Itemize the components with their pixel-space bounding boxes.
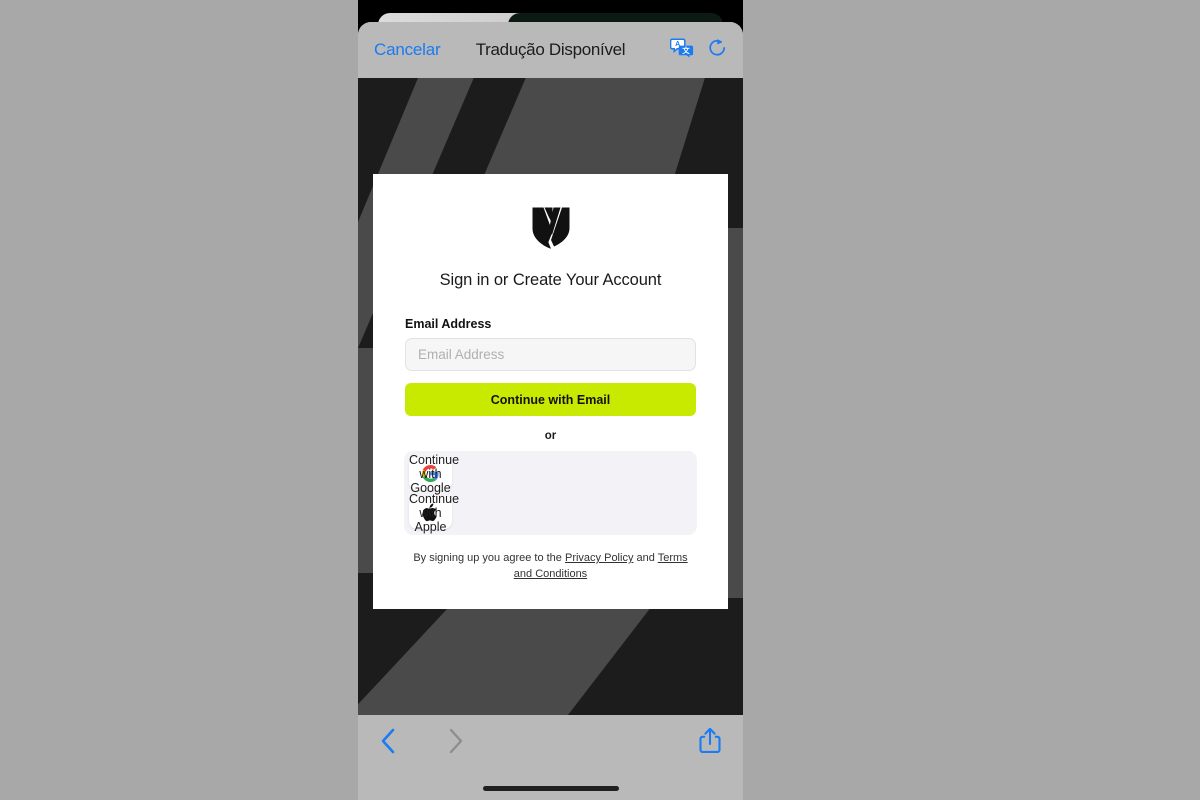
email-input[interactable] [405,338,696,371]
toolbar-actions: A 文 [669,37,727,63]
chevron-left-icon[interactable] [380,728,396,759]
page-viewport: Sign in or Create Your Account Email Add… [358,78,743,715]
social-login-group: Continue with Google Continue with Apple [404,451,697,535]
translate-icon[interactable]: A 文 [669,37,694,63]
google-icon [421,464,440,483]
email-label: Email Address [405,317,492,331]
shield-chevron-logo [531,207,570,250]
continue-with-apple-button[interactable]: Continue with Apple [409,492,459,534]
continue-with-google-button[interactable]: Continue with Google [409,453,459,495]
apple-icon [421,503,440,522]
sheet-toolbar: Cancelar Tradução Disponível A 文 [358,22,743,78]
bottom-controls [358,715,743,771]
cancel-button[interactable]: Cancelar [374,40,441,60]
chevron-right-icon [448,728,464,759]
share-icon[interactable] [699,727,721,759]
continue-with-email-button[interactable]: Continue with Email [405,383,696,416]
auth-panel: Sign in or Create Your Account Email Add… [373,174,728,609]
legal-conjunction: and [633,552,658,564]
svg-text:文: 文 [682,45,690,54]
browser-sheet-container: Cancelar Tradução Disponível A 文 Sign in… [358,0,743,800]
privacy-policy-link[interactable]: Privacy Policy [565,552,633,564]
bottom-toolbar [358,715,743,800]
home-indicator [482,786,619,791]
or-divider-label: or [544,430,557,442]
page-title: Sign in or Create Your Account [439,271,662,289]
reload-icon[interactable] [708,38,727,63]
legal-disclaimer: By signing up you agree to the Privacy P… [405,551,696,583]
browser-sheet: Cancelar Tradução Disponível A 文 Sign in… [358,22,743,800]
legal-prefix: By signing up you agree to the [413,552,565,564]
